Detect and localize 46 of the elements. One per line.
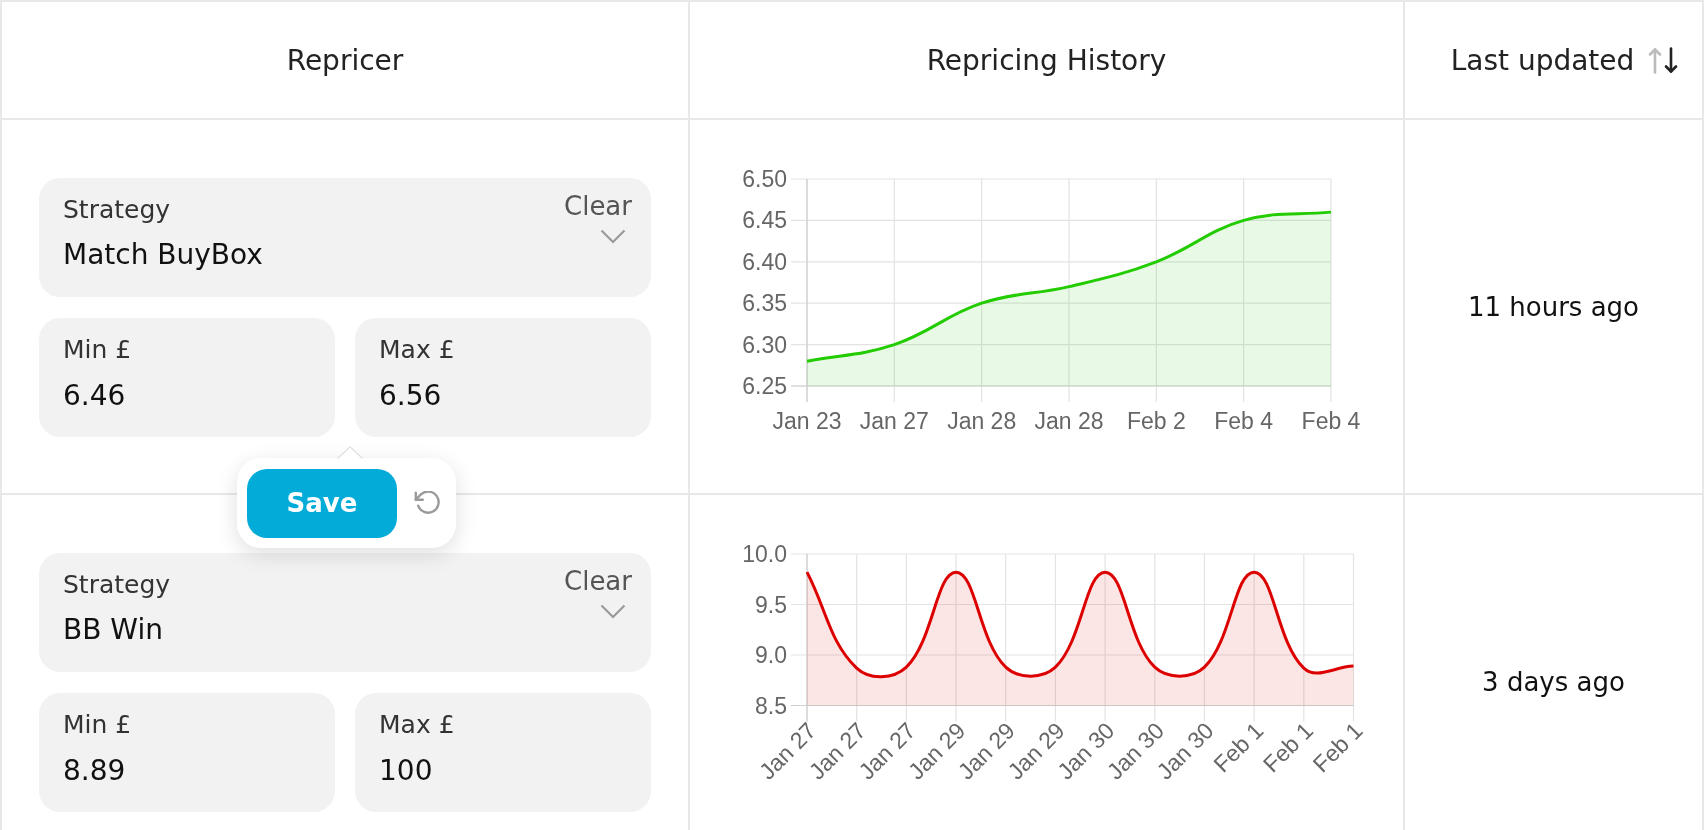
- axis-tick-label: Jan 27: [859, 408, 929, 434]
- axis-tick-label: Jan 28: [947, 408, 1017, 434]
- strategy-select[interactable]: Strategy Match BuyBox Clear: [39, 178, 651, 297]
- min-price-field[interactable]: Min £ 6.46: [39, 318, 335, 437]
- axis-tick-label: 9.0: [755, 642, 787, 668]
- axis-tick-label: 6.35: [742, 290, 787, 317]
- column-header[interactable]: Last updated: [1450, 43, 1635, 77]
- axis-tick-label: 6.30: [742, 331, 787, 358]
- chevron-down-icon[interactable]: [600, 604, 626, 619]
- axis-tick-label: 6.25: [742, 373, 787, 399]
- field-label: Min £: [63, 335, 132, 365]
- field-label: Max £: [379, 710, 455, 740]
- axis-tick-label: Jan 28: [1034, 408, 1104, 434]
- axis-tick-label: Feb 4: [1214, 408, 1274, 434]
- select-value: BB Win: [63, 613, 163, 647]
- field-value: 6.46: [63, 379, 126, 413]
- last-updated-time: 3 days ago: [1482, 666, 1625, 697]
- field-label: Min £: [63, 710, 132, 740]
- axis-tick-label: Feb 4: [1301, 408, 1361, 434]
- axis-tick-label: Jan 23: [772, 408, 842, 434]
- select-value: Match BuyBox: [63, 238, 263, 272]
- field-value: 8.89: [63, 754, 126, 788]
- column-header: Repricer: [286, 43, 404, 77]
- sort-arrows-icon[interactable]: [1648, 46, 1679, 74]
- axis-tick-label: 9.5: [755, 591, 787, 618]
- axis-tick-label: 10.0: [742, 541, 787, 567]
- axis-tick-label: 8.5: [755, 692, 787, 719]
- field-label: Max £: [379, 335, 455, 365]
- axis-tick-label: 6.45: [742, 207, 787, 234]
- column-header: Repricing History: [926, 43, 1167, 77]
- field-label: Strategy: [63, 570, 171, 600]
- circular-arrow-icon[interactable]: [414, 491, 441, 515]
- min-price-field[interactable]: Min £ 8.89: [39, 693, 335, 812]
- field-value: 6.56: [379, 379, 442, 413]
- axis-tick-label: 6.40: [742, 248, 787, 275]
- field-label: Strategy: [63, 195, 171, 225]
- max-price-field[interactable]: Max £ 100: [355, 693, 651, 812]
- clear-button[interactable]: Clear: [564, 191, 632, 221]
- last-updated-time: 11 hours ago: [1467, 291, 1640, 322]
- strategy-select[interactable]: Strategy BB Win Clear: [39, 553, 651, 672]
- chevron-down-icon[interactable]: [600, 229, 626, 244]
- axis-tick-label: 6.50: [742, 166, 787, 192]
- max-price-field[interactable]: Max £ 6.56: [355, 318, 651, 437]
- axis-tick-label: Feb 2: [1126, 408, 1186, 434]
- clear-button[interactable]: Clear: [564, 566, 632, 596]
- field-value: 100: [379, 754, 433, 788]
